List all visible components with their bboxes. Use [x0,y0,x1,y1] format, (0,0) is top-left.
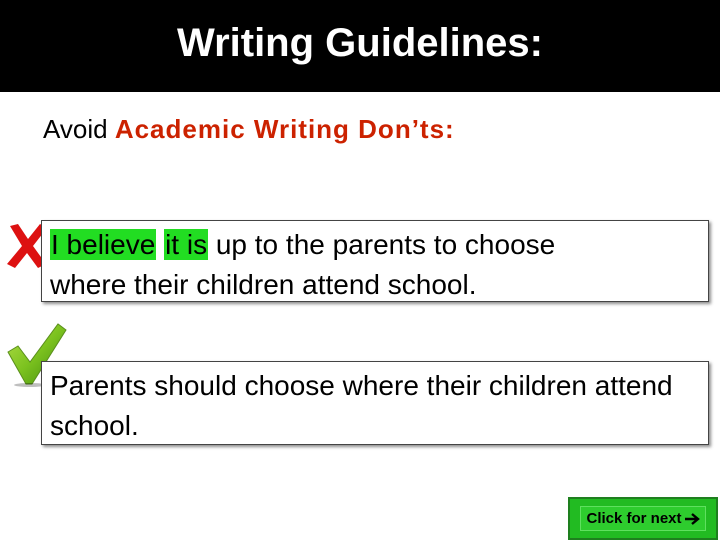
next-button-label: Click for next [586,510,682,527]
intro-prefix: Avoid [43,114,108,144]
highlight-it-is: it is [164,229,209,260]
next-button[interactable]: Click for next [568,497,718,540]
bad-example-box: I believe it is up to the parents to cho… [41,220,709,302]
intro-line: Avoid Academic Writing Don’ts: [43,114,455,145]
highlight-i-believe: I believe [50,229,157,260]
slide-title: Writing Guidelines: [177,20,543,65]
intro-highlight: Academic Writing Don’ts: [114,114,455,144]
bad-example-rest: up to the parents to choose [208,229,556,260]
next-button-inner: Click for next [580,506,706,531]
title-bar: Writing Guidelines: [0,0,720,92]
good-example-box: Parents should choose where their childr… [41,361,709,445]
bad-example-line-2: where their children attend school. [50,269,477,300]
bad-example-line-1: I believe it is up to the parents to cho… [50,225,700,265]
arrow-right-icon [684,512,700,525]
good-example-text: Parents should choose where their childr… [50,370,673,441]
